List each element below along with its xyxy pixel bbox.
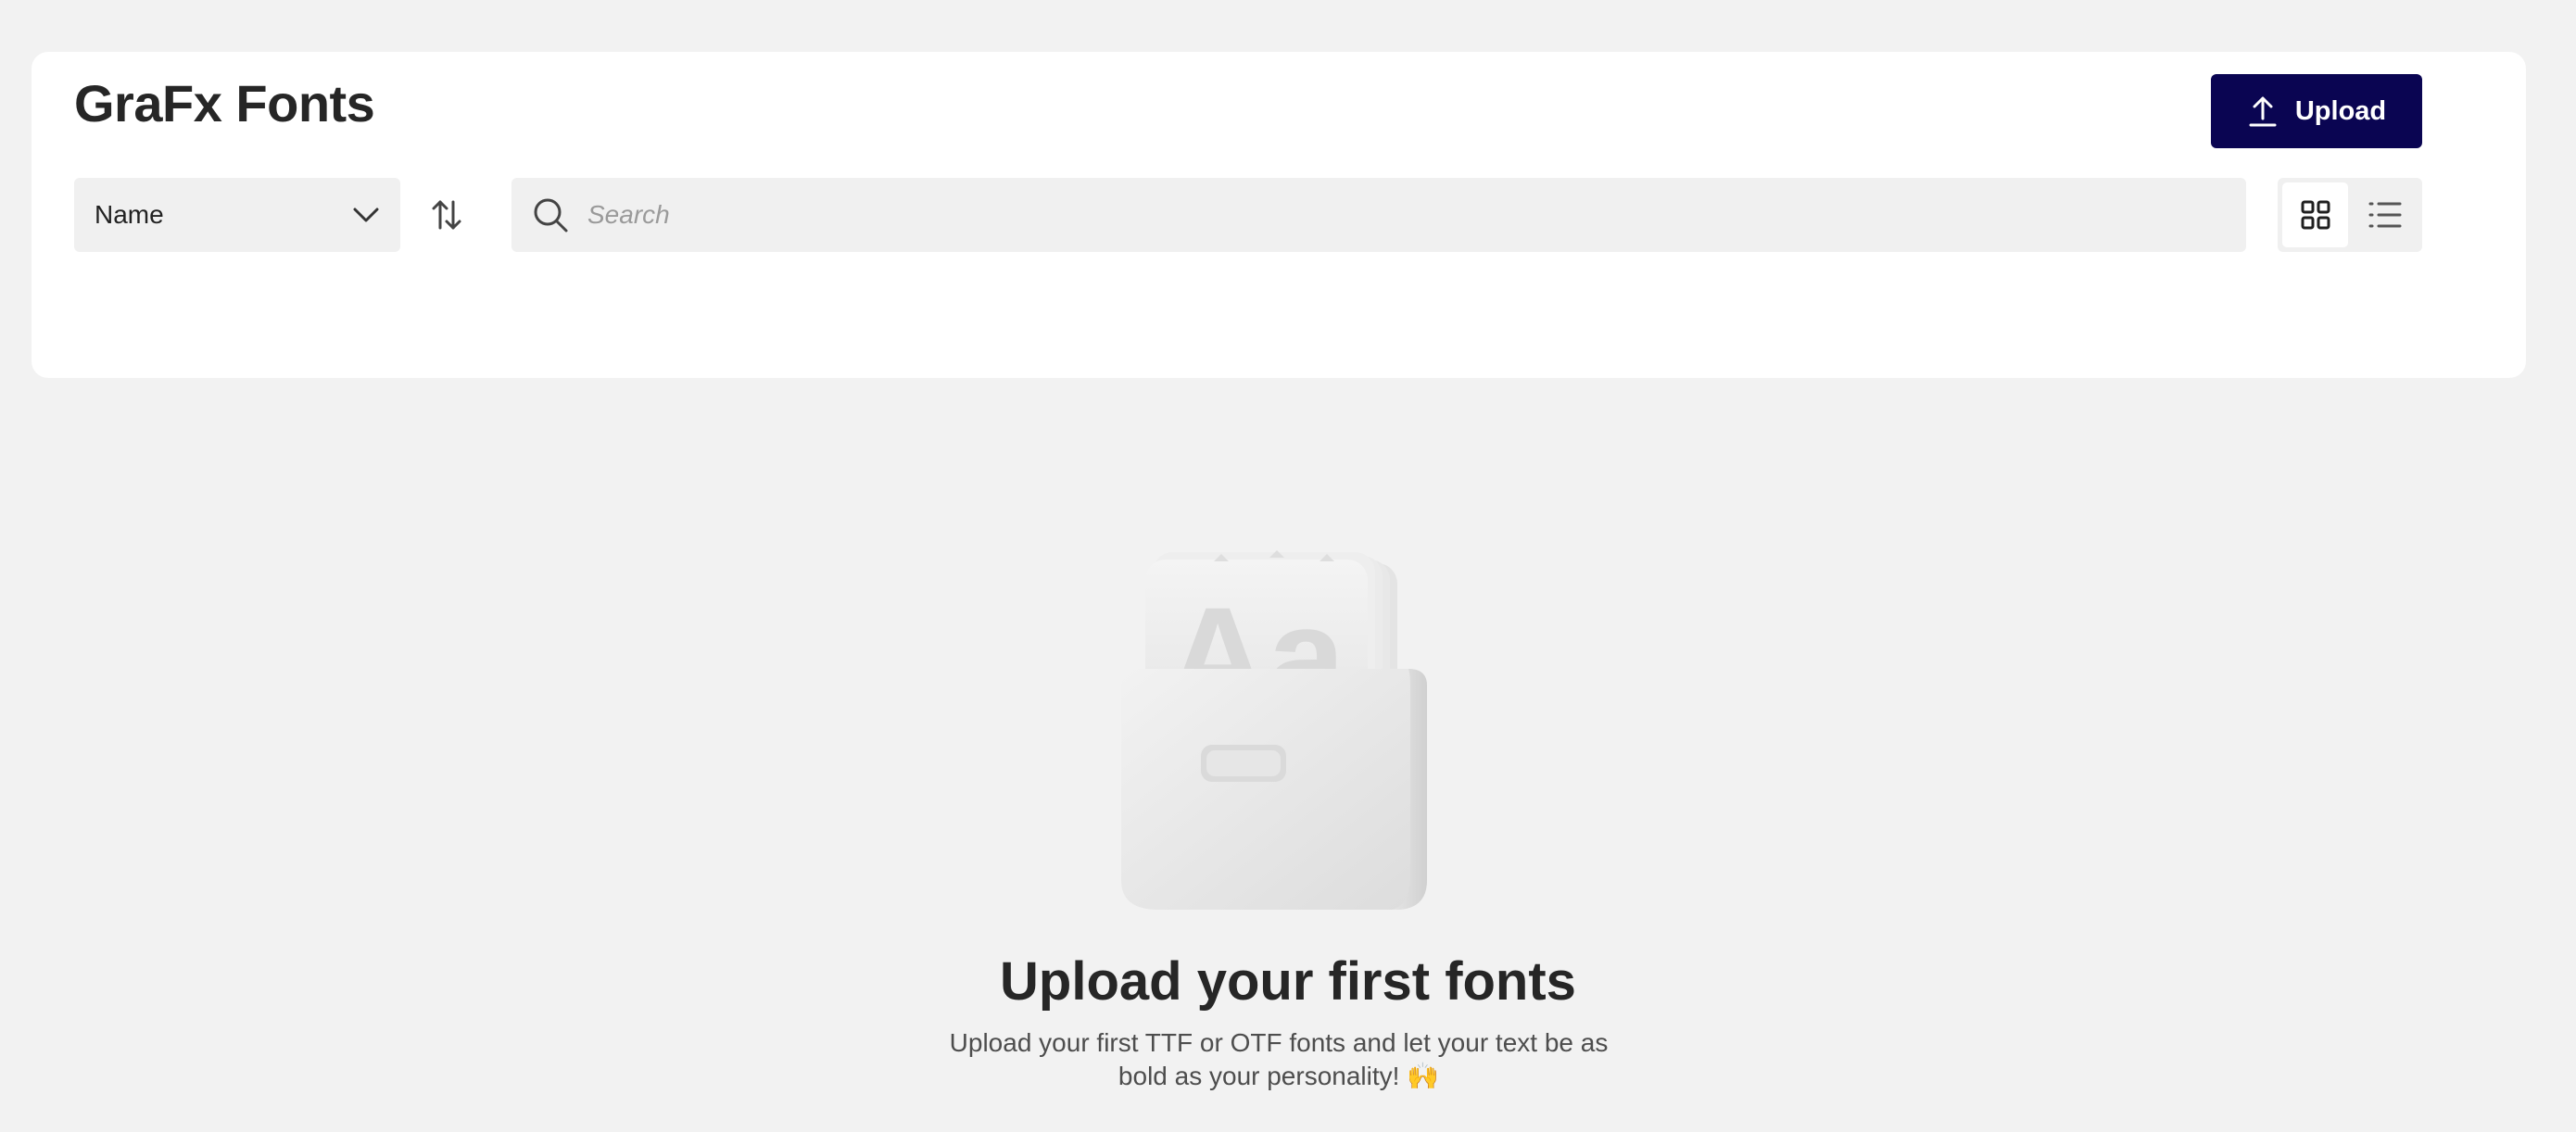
grid-view-icon bbox=[2300, 199, 2331, 231]
page-title: GraFx Fonts bbox=[74, 74, 375, 132]
upload-button-label: Upload bbox=[2294, 95, 2387, 126]
empty-state-title: Upload your first fonts bbox=[1000, 951, 1576, 1012]
sort-field-select[interactable]: Name bbox=[74, 178, 400, 252]
empty-state-description: Upload your first TTF or OTF fonts and l… bbox=[949, 1028, 1609, 1090]
upload-icon bbox=[2247, 94, 2279, 128]
list-view-icon bbox=[2368, 200, 2403, 230]
chevron-down-icon bbox=[352, 207, 380, 223]
search-input[interactable] bbox=[586, 199, 2226, 231]
grid-view-button[interactable] bbox=[2282, 182, 2348, 247]
search-box[interactable] bbox=[511, 178, 2246, 252]
sort-field-value: Name bbox=[95, 200, 164, 229]
list-view-button[interactable] bbox=[2352, 182, 2418, 247]
search-icon bbox=[532, 196, 569, 233]
font-box-illustration: Aa bbox=[1103, 547, 1455, 917]
upload-button[interactable]: Upload bbox=[2211, 74, 2422, 148]
sort-direction-icon bbox=[430, 198, 463, 232]
view-mode-toggle bbox=[2278, 178, 2422, 252]
sort-direction-button[interactable] bbox=[423, 191, 471, 239]
